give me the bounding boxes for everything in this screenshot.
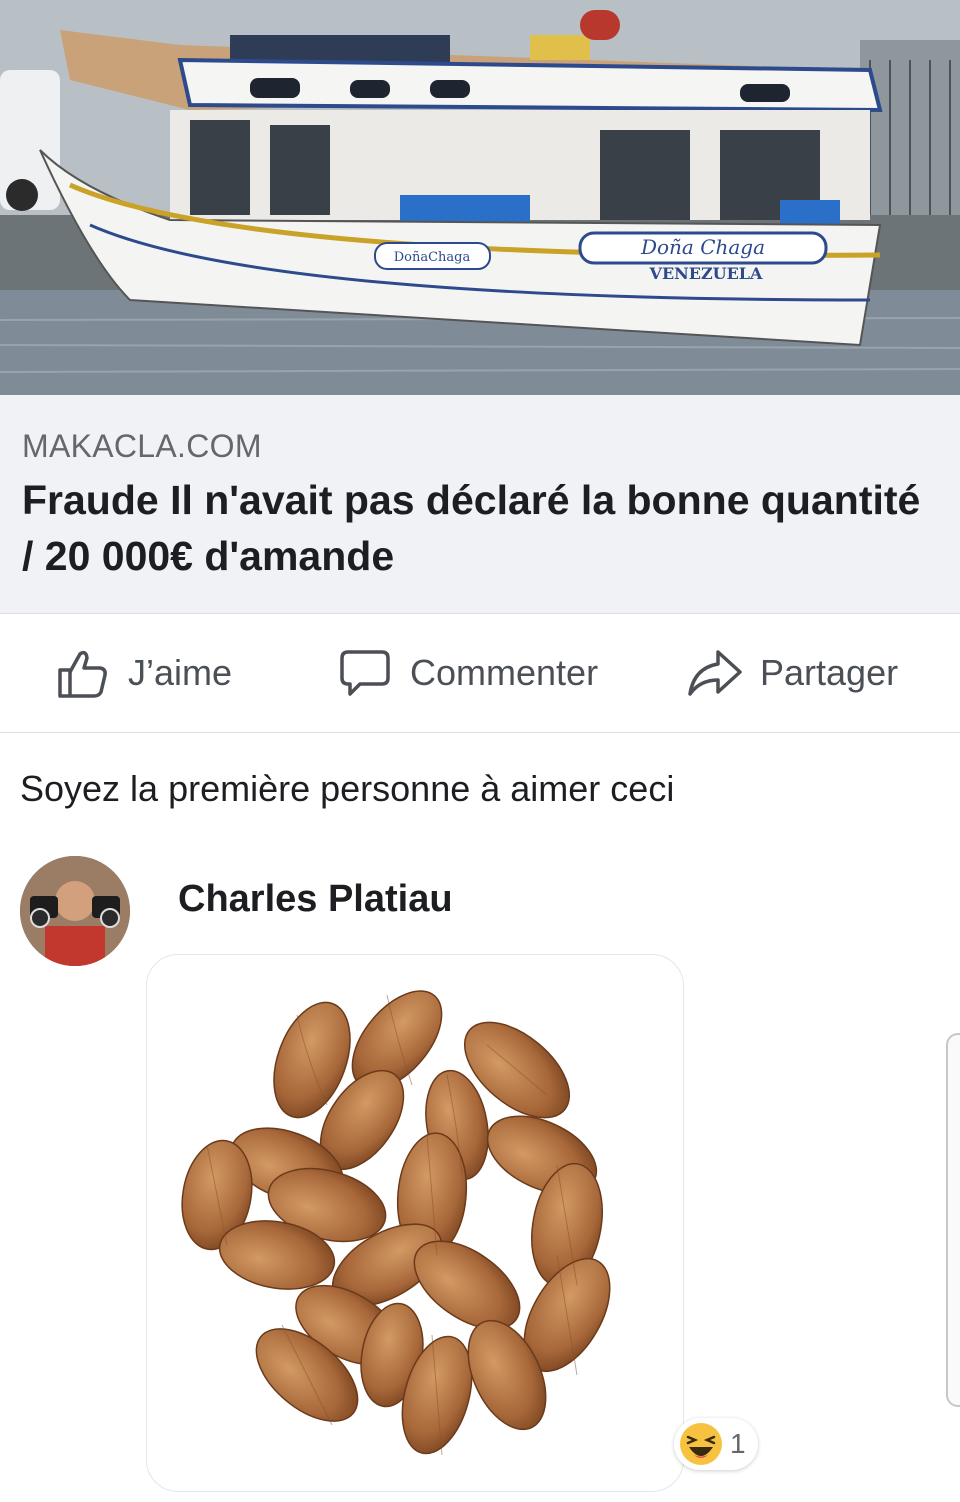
svg-text:Doña Chaga: Doña Chaga: [640, 235, 765, 259]
article-photo[interactable]: DoñaChaga Doña Chaga VENEZUELA: [0, 0, 960, 395]
post-action-bar: J’aime Commenter Partager: [0, 614, 960, 733]
comment-bubble-icon: [340, 650, 390, 696]
like-label: J’aime: [128, 652, 233, 693]
svg-text:VENEZUELA: VENEZUELA: [649, 264, 764, 283]
svg-text:DoñaChaga: DoñaChaga: [394, 250, 471, 265]
link-domain: MAKACLA.COM: [22, 428, 262, 464]
comment-image[interactable]: [146, 954, 684, 1492]
comment-author[interactable]: Charles Platiau: [178, 878, 453, 921]
thumbs-up-icon: [58, 650, 107, 698]
share-button[interactable]: Partager: [686, 614, 898, 732]
link-title[interactable]: Fraude Il n'avait pas déclaré la bonne q…: [22, 472, 922, 584]
reaction-badge[interactable]: 1: [674, 1418, 758, 1470]
share-arrow-icon: [688, 650, 742, 696]
share-label: Partager: [760, 652, 899, 693]
scroll-handle[interactable]: [946, 1033, 960, 1407]
comment-button[interactable]: Commenter: [338, 614, 598, 732]
reaction-count: 1: [730, 1428, 746, 1459]
avatar[interactable]: [20, 856, 130, 966]
likes-summary: Soyez la première personne à aimer ceci: [20, 768, 675, 809]
comment-label: Commenter: [410, 652, 599, 693]
laughing-emoji-icon: [680, 1423, 722, 1465]
like-button[interactable]: J’aime: [56, 614, 232, 732]
